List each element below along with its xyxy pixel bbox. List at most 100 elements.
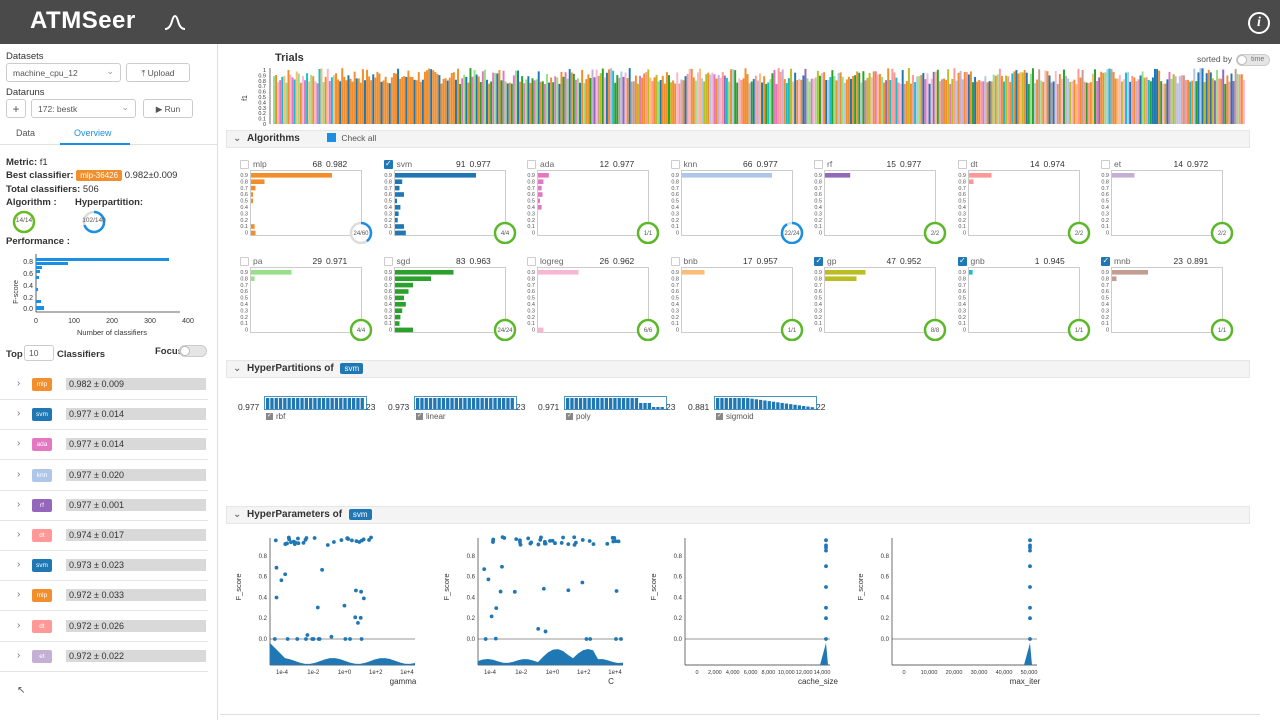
trial-bar bbox=[281, 76, 284, 124]
scatter-point bbox=[285, 637, 290, 641]
tab-data[interactable]: Data bbox=[16, 128, 35, 138]
trial-bar bbox=[1013, 71, 1016, 124]
add-datarun-button[interactable]: + bbox=[6, 99, 26, 118]
hyperpartition-item-linear[interactable]: 0.973 23 ✓ linear bbox=[388, 396, 538, 421]
plot-ytick: 0.2 bbox=[259, 616, 268, 622]
trial-bar bbox=[1187, 79, 1190, 124]
algorithm-card-sgd[interactable]: sgd 83 0.963 0.9 0.8 0.7 0.6 0.5 0.4 0.3 0.2 0.1 0 24… bbox=[374, 255, 516, 341]
algorithm-card-knn[interactable]: knn 66 0.977 0.9 0.8 0.7 0.6 0.5 0.4 0.3 0.2 0.1 0 22… bbox=[661, 158, 803, 244]
perf-bar bbox=[36, 306, 44, 310]
hyperpartition-bar bbox=[604, 398, 608, 409]
trial-bar bbox=[1199, 68, 1202, 124]
hist-ytick: 0.2 bbox=[814, 315, 822, 321]
algorithm-card-gnb[interactable]: gnb10.9450.90.80.70.60.50.40.30.20.101/1 bbox=[948, 255, 1090, 341]
trial-bar bbox=[1160, 81, 1163, 124]
chevron-right-icon[interactable]: › bbox=[17, 469, 20, 480]
chevron-right-icon[interactable]: › bbox=[17, 559, 20, 570]
trial-bar bbox=[928, 83, 931, 124]
run-button[interactable]: ▶ Run bbox=[143, 99, 193, 118]
hyperpartition-checkbox[interactable]: ✓ bbox=[566, 413, 573, 420]
algorithm-card-rf[interactable]: rf 15 0.977 0.9 0.8 0.7 0.6 0.5 0.4 0.3 0.2 0.1 0 2/2 bbox=[804, 158, 947, 244]
check-all-label[interactable]: Check all bbox=[341, 133, 376, 143]
chevron-right-icon[interactable]: › bbox=[17, 529, 20, 540]
algorithm-card-svm[interactable]: svm910.9770.90.80.70.60.50.40.30.20.104/… bbox=[374, 158, 516, 244]
scatter-point bbox=[543, 629, 548, 634]
hyperparameters-section-header[interactable]: ⌄ HyperParameters of svm bbox=[226, 506, 1250, 524]
trial-bar bbox=[715, 78, 718, 124]
top-classifier-row[interactable]: › dt 0.974 ± 0.017 bbox=[0, 521, 208, 551]
top-classifier-row[interactable]: › rf 0.977 ± 0.001 bbox=[0, 491, 208, 521]
hyperpartitions-section-header[interactable]: ⌄ HyperPartitions of svm bbox=[226, 360, 1250, 378]
hist-bar bbox=[681, 173, 772, 178]
hyperpartition-bar bbox=[437, 398, 441, 409]
hist-bar bbox=[251, 192, 253, 197]
algorithm-card-gp[interactable]: gp470.9520.90.80.70.60.50.40.30.20.108/8 bbox=[804, 255, 947, 341]
hyperpartition-item-poly[interactable]: 0.971 23 ✓ poly bbox=[538, 396, 688, 421]
trial-bar bbox=[411, 76, 414, 124]
chevron-right-icon[interactable]: › bbox=[17, 499, 20, 510]
dataset-select[interactable]: machine_cpu_12 ⌄ bbox=[6, 63, 121, 82]
algorithm-card-ada[interactable]: ada 12 0.977 0.9 0.8 0.7 0.6 0.5 0.4 0.3 0.2 0.1 0 1/… bbox=[517, 158, 660, 244]
trial-bar bbox=[392, 73, 395, 124]
algorithm-card-bnb[interactable]: bnb 17 0.957 0.9 0.8 0.7 0.6 0.5 0.4 0.3 0.2 0.1 0 1/… bbox=[661, 255, 803, 341]
hist-bar bbox=[968, 270, 973, 275]
top-classifier-row[interactable]: › svm 0.973 ± 0.023 bbox=[0, 551, 208, 582]
hist-ytick: 0.1 bbox=[384, 321, 392, 327]
top-classifier-row[interactable]: › svm 0.977 ± 0.014 bbox=[0, 400, 208, 431]
algorithm-card-pa[interactable]: pa 29 0.971 0.9 0.8 0.7 0.6 0.5 0.4 0.3 0.2 0.1 0 4/4 bbox=[230, 255, 373, 341]
hyperpartition-item-rbf[interactable]: 0.977 23 ✓ rbf bbox=[238, 396, 388, 421]
trial-bar bbox=[308, 81, 311, 124]
trial-bar bbox=[814, 77, 817, 124]
total-classifiers-label: Total classifiers: bbox=[6, 184, 81, 195]
top-count-input[interactable]: 10 bbox=[24, 345, 54, 361]
trial-bar bbox=[519, 81, 522, 124]
top-classifier-row[interactable]: › knn 0.977 ± 0.020 bbox=[0, 461, 208, 491]
best-classifier-badge[interactable]: mlp-36426 bbox=[76, 170, 123, 181]
algorithm-card-logreg[interactable]: logreg 26 0.962 0.9 0.8 0.7 0.6 0.5 0.4 0.3 0.2 0.1… bbox=[517, 255, 660, 341]
trial-bar bbox=[413, 79, 416, 124]
hyperpartition-bar bbox=[767, 401, 771, 409]
tab-overview[interactable]: Overview bbox=[74, 128, 112, 138]
chevron-right-icon[interactable]: › bbox=[17, 650, 20, 661]
hyperpartition-checkbox[interactable]: ✓ bbox=[266, 413, 273, 420]
hyperpartition-checkbox[interactable]: ✓ bbox=[716, 413, 723, 420]
hist-bar bbox=[825, 276, 857, 281]
hyperpartition-bar bbox=[574, 398, 578, 409]
algorithm-card-mnb[interactable]: mnb230.8910.90.80.70.60.50.40.30.20.101/… bbox=[1091, 255, 1234, 341]
chevron-right-icon[interactable]: › bbox=[17, 408, 20, 419]
hyperpartition-bar bbox=[643, 403, 647, 409]
scatter-point bbox=[283, 572, 288, 577]
trial-bar bbox=[343, 76, 346, 124]
plot-xlabel: C bbox=[608, 677, 614, 686]
hyperpartition-bar bbox=[771, 401, 776, 409]
hyperpartition-checkbox[interactable]: ✓ bbox=[416, 413, 423, 420]
progress-text: 6/6 bbox=[644, 328, 653, 334]
top-classifier-row[interactable]: › mlp 0.972 ± 0.033 bbox=[0, 581, 208, 612]
chevron-right-icon[interactable]: › bbox=[17, 438, 20, 449]
chevron-right-icon[interactable]: › bbox=[17, 589, 20, 600]
focus-toggle[interactable] bbox=[179, 345, 207, 357]
algorithm-card-dt[interactable]: dt 14 0.974 0.9 0.8 0.7 0.6 0.5 0.4 0.3 0.2 0.1 0 2/2 bbox=[948, 158, 1090, 244]
trial-bar bbox=[930, 78, 933, 124]
chevron-right-icon[interactable]: › bbox=[17, 620, 20, 631]
hyperparameters-title: HyperParameters of bbox=[247, 509, 343, 520]
progress-text: 24/24 bbox=[497, 328, 513, 334]
algorithms-section-header[interactable]: ⌄ Algorithms Check all bbox=[226, 130, 1250, 148]
upload-button[interactable]: ⤒ Upload bbox=[126, 63, 190, 82]
trial-bar bbox=[1191, 80, 1194, 124]
top-classifier-row[interactable]: › mlp 0.982 ± 0.009 bbox=[0, 370, 208, 400]
top-classifier-row[interactable]: › et 0.972 ± 0.022 bbox=[0, 642, 208, 672]
check-all-checkbox[interactable] bbox=[326, 133, 336, 142]
chevron-right-icon[interactable]: › bbox=[17, 378, 20, 389]
sort-toggle[interactable]: time bbox=[1236, 54, 1270, 66]
scatter-point bbox=[500, 564, 504, 569]
scatter-point bbox=[619, 637, 623, 641]
trial-bar bbox=[384, 76, 387, 124]
top-classifier-row[interactable]: › ada 0.977 ± 0.014 bbox=[0, 430, 208, 461]
top-classifier-row[interactable]: › dt 0.972 ± 0.026 bbox=[0, 612, 208, 642]
datarun-select[interactable]: 172: bestk ⌄ bbox=[31, 99, 136, 118]
info-icon[interactable]: i bbox=[1248, 12, 1270, 34]
hyperpartition-item-sigmoid[interactable]: 0.881 22 ✓ sigmoid bbox=[688, 396, 838, 421]
algorithm-card-mlp[interactable]: mlp 68 0.982 0.9 0.8 0.7 0.6 0.5 0.4 0.3 0.2 0.1 0 24… bbox=[230, 158, 373, 244]
algorithm-card-et[interactable]: et 14 0.972 0.9 0.8 0.7 0.6 0.5 0.4 0.3 0.2 0.1 0 2/2 bbox=[1091, 158, 1234, 244]
